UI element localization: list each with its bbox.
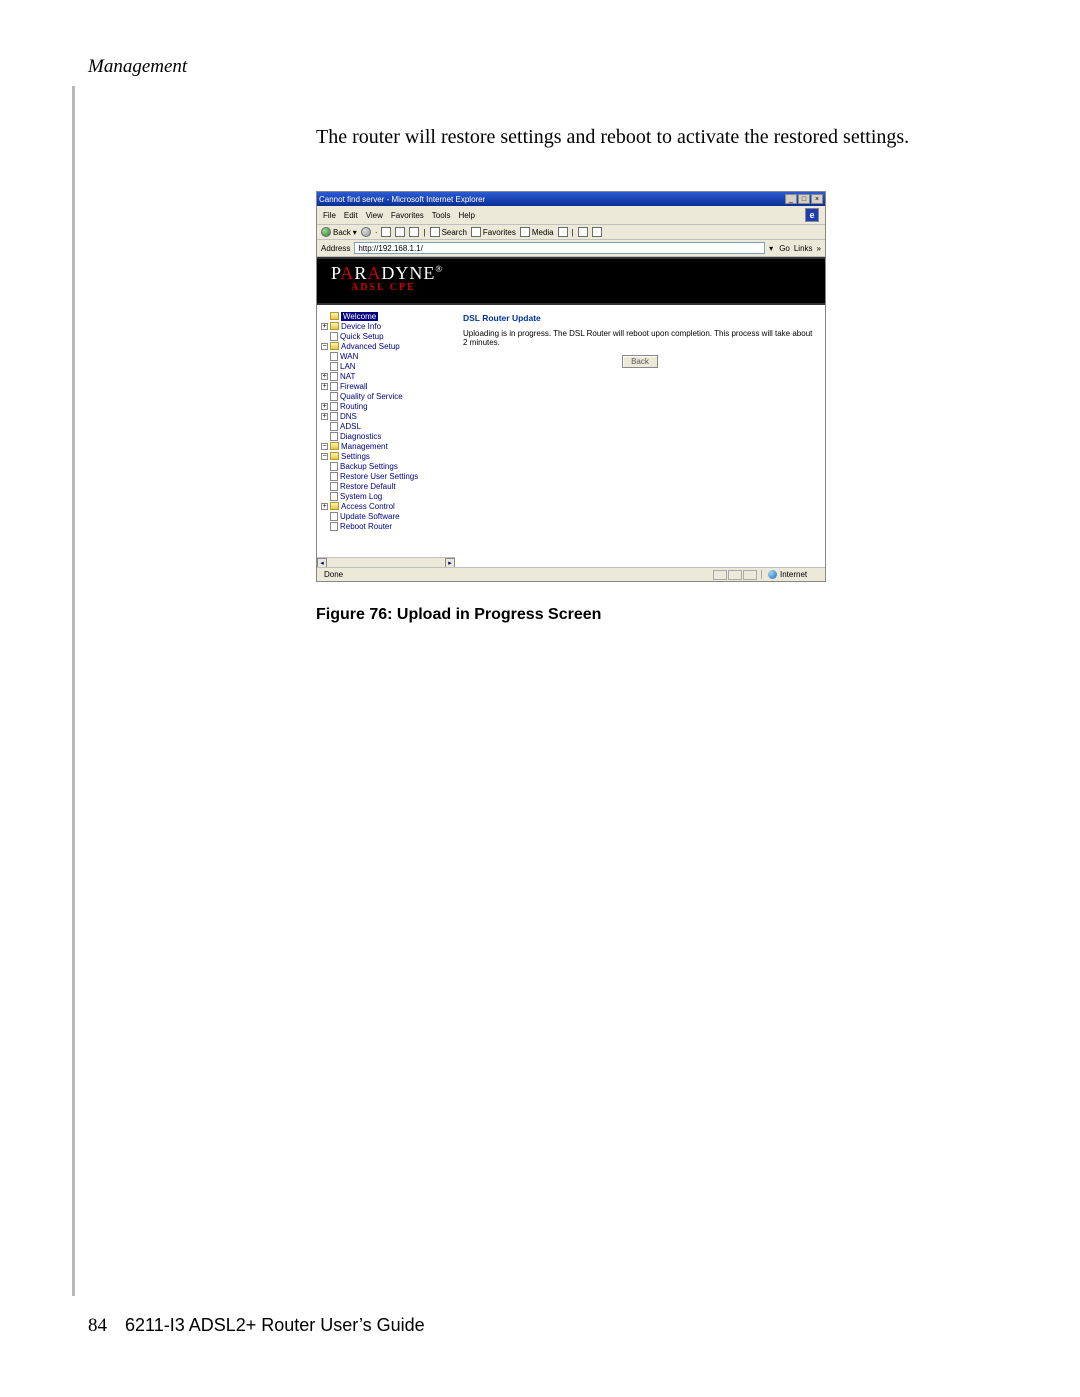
tree-reboot-router[interactable]: Reboot Router: [319, 521, 455, 531]
menu-view[interactable]: View: [366, 211, 383, 220]
search-button[interactable]: Search: [430, 227, 467, 237]
tree-management[interactable]: −Management: [319, 441, 455, 451]
tree-routing[interactable]: +Routing: [319, 401, 455, 411]
tree-device-info[interactable]: +Device Info: [319, 321, 455, 331]
tree-advanced-setup[interactable]: −Advanced Setup: [319, 341, 455, 351]
tree-system-log[interactable]: System Log: [319, 491, 455, 501]
menu-tools[interactable]: Tools: [432, 211, 451, 220]
status-zone-label: Internet: [780, 570, 807, 579]
status-box: [728, 570, 742, 580]
scroll-right-icon[interactable]: ▸: [445, 558, 455, 567]
ie-address-bar: Address http://192.168.1.1/ ▾ Go Links »: [317, 240, 825, 257]
tree-adsl[interactable]: ADSL: [319, 421, 455, 431]
tree-restore-user-settings[interactable]: Restore User Settings: [319, 471, 455, 481]
tree-welcome[interactable]: Welcome: [319, 311, 455, 321]
status-box: [713, 570, 727, 580]
tree-nat[interactable]: +NAT: [319, 371, 455, 381]
page-footer: 84 6211-I3 ADSL2+ Router User’s Guide: [88, 1315, 425, 1337]
tree-lan[interactable]: LAN: [319, 361, 455, 371]
doc-title: 6211-I3 ADSL2+ Router User’s Guide: [125, 1315, 425, 1337]
status-box: [743, 570, 757, 580]
ie-logo-icon: e: [805, 208, 819, 222]
home-button[interactable]: [409, 227, 419, 237]
menu-help[interactable]: Help: [458, 211, 474, 220]
browser-content-area: PARADYNE® ADSL CPE Welcome +Device Info …: [317, 257, 825, 567]
scroll-left-icon[interactable]: ◂: [317, 558, 327, 567]
history-button[interactable]: [558, 227, 568, 237]
content-title: DSL Router Update: [463, 313, 817, 323]
page-number: 84: [88, 1315, 107, 1337]
address-field[interactable]: http://192.168.1.1/: [354, 242, 765, 254]
tree-diagnostics[interactable]: Diagnostics: [319, 431, 455, 441]
back-button[interactable]: Back▾: [321, 227, 357, 237]
tree-dns[interactable]: +DNS: [319, 411, 455, 421]
status-zone: Internet: [761, 570, 821, 579]
address-value: http://192.168.1.1/: [358, 244, 423, 253]
tree-scrollbar[interactable]: ◂ ▸: [317, 557, 455, 567]
tree-wan[interactable]: WAN: [319, 351, 455, 361]
body-intro-text: The router will restore settings and reb…: [316, 126, 1000, 149]
menu-favorites[interactable]: Favorites: [391, 211, 424, 220]
tree-restore-default[interactable]: Restore Default: [319, 481, 455, 491]
mail-button[interactable]: [578, 227, 588, 237]
tree-quick-setup[interactable]: Quick Setup: [319, 331, 455, 341]
ie-title-bar: Cannot find server - Microsoft Internet …: [317, 192, 825, 206]
screenshot-figure: Cannot find server - Microsoft Internet …: [316, 191, 826, 582]
tree-settings[interactable]: −Settings: [319, 451, 455, 461]
favorites-button[interactable]: Favorites: [471, 227, 516, 237]
tree-qos[interactable]: Quality of Service: [319, 391, 455, 401]
refresh-button[interactable]: [395, 227, 405, 237]
media-button[interactable]: Media: [520, 227, 554, 237]
minimize-button[interactable]: _: [785, 194, 797, 204]
stop-button[interactable]: [381, 227, 391, 237]
vertical-rule: [72, 86, 75, 1296]
tree-update-software[interactable]: Update Software: [319, 511, 455, 521]
tree-firewall[interactable]: +Firewall: [319, 381, 455, 391]
tree-access-control[interactable]: +Access Control: [319, 501, 455, 511]
window-title: Cannot find server - Microsoft Internet …: [319, 195, 485, 204]
address-label: Address: [321, 244, 350, 253]
close-button[interactable]: ×: [811, 194, 823, 204]
menu-edit[interactable]: Edit: [344, 211, 358, 220]
ie-status-bar: Done Internet: [317, 567, 825, 581]
section-header: Management: [88, 56, 1080, 78]
ie-toolbar: Back▾ · | Search Favorites Media |: [317, 225, 825, 240]
status-done-label: Done: [324, 570, 343, 579]
forward-button[interactable]: [361, 227, 371, 237]
ie-menu-bar: File Edit View Favorites Tools Help e: [317, 206, 825, 225]
brand-logo: PARADYNE®: [331, 263, 825, 284]
maximize-button[interactable]: □: [798, 194, 810, 204]
go-button[interactable]: Go: [777, 244, 790, 253]
content-back-button[interactable]: Back: [622, 355, 658, 368]
brand-banner: PARADYNE® ADSL CPE: [317, 257, 825, 305]
links-label[interactable]: Links: [794, 244, 813, 253]
content-text: Uploading is in progress. The DSL Router…: [463, 329, 817, 347]
print-button[interactable]: [592, 227, 602, 237]
figure-caption: Figure 76: Upload in Progress Screen: [316, 606, 1080, 624]
content-pane: DSL Router Update Uploading is in progre…: [455, 309, 825, 567]
nav-tree-pane: Welcome +Device Info Quick Setup −Advanc…: [317, 309, 455, 567]
tree-backup-settings[interactable]: Backup Settings: [319, 461, 455, 471]
globe-icon: [768, 570, 777, 579]
menu-file[interactable]: File: [323, 211, 336, 220]
